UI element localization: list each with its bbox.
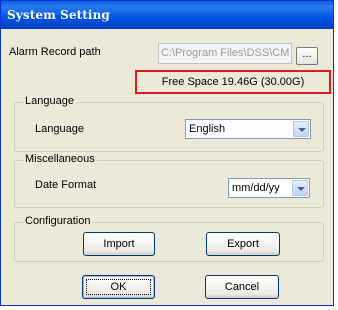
- configuration-group: Configuration Import Export: [14, 215, 324, 262]
- chevron-down-icon[interactable]: [292, 180, 308, 196]
- alarm-record-path-label: Alarm Record path: [9, 46, 101, 58]
- alarm-record-path-field: C:\Program Files\DSS\CM: [158, 43, 292, 64]
- language-dropdown[interactable]: English: [185, 119, 311, 139]
- title-bar[interactable]: System Setting: [1, 1, 333, 29]
- browse-button[interactable]: ...: [296, 47, 318, 65]
- miscellaneous-group: Miscellaneous Date Format mm/dd/yy: [14, 153, 324, 208]
- import-button[interactable]: Import: [83, 232, 155, 256]
- language-group-legend: Language: [23, 95, 76, 107]
- date-format-selected-value: mm/dd/yy: [232, 182, 280, 194]
- miscellaneous-group-legend: Miscellaneous: [23, 153, 97, 165]
- free-space-indicator: Free Space 19.46G (30.00G): [135, 70, 331, 94]
- chevron-down-icon[interactable]: [293, 121, 309, 137]
- ok-button[interactable]: OK: [82, 275, 155, 299]
- window-title: System Setting: [7, 8, 110, 22]
- language-selected-value: English: [189, 123, 226, 135]
- system-setting-dialog: System Setting Alarm Record path C:\Prog…: [0, 0, 334, 306]
- focus-rectangle: [86, 279, 151, 295]
- language-label: Language: [35, 123, 84, 135]
- date-format-label: Date Format: [35, 179, 97, 191]
- export-button[interactable]: Export: [206, 232, 280, 256]
- cancel-button[interactable]: Cancel: [205, 275, 279, 299]
- configuration-group-legend: Configuration: [23, 215, 93, 227]
- date-format-dropdown[interactable]: mm/dd/yy: [228, 178, 310, 198]
- language-group: Language Language English: [14, 95, 324, 152]
